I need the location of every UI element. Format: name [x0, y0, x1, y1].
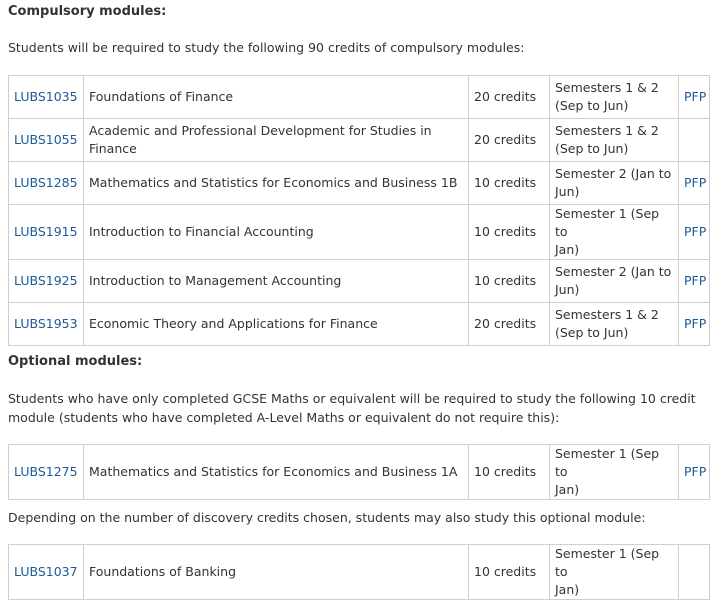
- module-code-link[interactable]: LUBS1953: [14, 316, 78, 331]
- module-code-link[interactable]: LUBS1285: [14, 175, 78, 190]
- pfp-link[interactable]: PFP: [684, 89, 706, 104]
- module-semester: Semester 2 (Jan to Jun): [549, 259, 679, 303]
- discovery-modules-table: LUBS1037 Foundations of Banking 10 credi…: [8, 544, 710, 600]
- semester-line: (Sep to Jun): [555, 325, 629, 340]
- pfp-empty-cell: [678, 544, 710, 600]
- compulsory-modules-table: LUBS1035 Foundations of Finance 20 credi…: [8, 75, 710, 346]
- compulsory-intro: Students will be required to study the f…: [8, 40, 525, 55]
- module-credits: 10 credits: [468, 444, 550, 500]
- module-code-link[interactable]: LUBS1915: [14, 224, 78, 239]
- optional-modules-table: LUBS1275 Mathematics and Statistics for …: [8, 444, 710, 500]
- optional-intro-line: Students who have only completed GCSE Ma…: [8, 391, 696, 406]
- semester-line: Semester 2 (Jan to: [555, 264, 672, 279]
- module-semester: Semesters 1 & 2 (Sep to Jun): [549, 302, 679, 346]
- semester-line: Semesters 1 & 2: [555, 80, 659, 95]
- module-title: Introduction to Financial Accounting: [83, 204, 469, 260]
- module-title: Introduction to Management Accounting: [83, 259, 469, 303]
- semester-line: Semesters 1 & 2: [555, 123, 659, 138]
- module-page: Compulsory modules: Students will be req…: [0, 0, 724, 600]
- semester-line: (Sep to Jun): [555, 98, 629, 113]
- pfp-link[interactable]: PFP: [684, 316, 706, 331]
- semester-line: Semester 1 (Sep to: [555, 446, 660, 479]
- module-title: Academic and Professional Development fo…: [83, 118, 469, 162]
- module-semester: Semester 1 (Sep to Jan): [549, 204, 679, 260]
- module-semester: Semesters 1 & 2 (Sep to Jun): [549, 75, 679, 119]
- semester-line: Semesters 1 & 2: [555, 307, 659, 322]
- module-credits: 10 credits: [468, 259, 550, 303]
- module-code-link[interactable]: LUBS1035: [14, 89, 78, 104]
- semester-line: Jan): [555, 582, 580, 597]
- optional-heading: Optional modules:: [8, 354, 143, 369]
- semester-line: Jun): [555, 282, 580, 297]
- pfp-link[interactable]: PFP: [684, 273, 706, 288]
- module-title: Foundations of Banking: [83, 544, 469, 600]
- module-semester: Semesters 1 & 2 (Sep to Jun): [549, 118, 679, 162]
- table-row: LUBS1925 Introduction to Management Acco…: [8, 259, 710, 303]
- module-title: Foundations of Finance: [83, 75, 469, 119]
- table-row: LUBS1037 Foundations of Banking 10 credi…: [8, 544, 710, 600]
- semester-line: Jan): [555, 242, 580, 257]
- module-credits: 20 credits: [468, 302, 550, 346]
- module-credits: 10 credits: [468, 204, 550, 260]
- module-credits: 20 credits: [468, 75, 550, 119]
- module-title: Economic Theory and Applications for Fin…: [83, 302, 469, 346]
- table-row: LUBS1055 Academic and Professional Devel…: [8, 118, 710, 162]
- table-row: LUBS1275 Mathematics and Statistics for …: [8, 444, 710, 500]
- semester-line: Jun): [555, 184, 580, 199]
- module-semester: Semester 1 (Sep to Jan): [549, 544, 679, 600]
- pfp-link[interactable]: PFP: [684, 224, 706, 239]
- pfp-link[interactable]: PFP: [684, 464, 706, 479]
- module-code-link[interactable]: LUBS1037: [14, 564, 78, 579]
- table-row: LUBS1915 Introduction to Financial Accou…: [8, 204, 710, 260]
- module-credits: 20 credits: [468, 118, 550, 162]
- module-code-link[interactable]: LUBS1055: [14, 132, 78, 147]
- compulsory-heading: Compulsory modules:: [8, 4, 167, 19]
- module-credits: 10 credits: [468, 544, 550, 600]
- discovery-intro: Depending on the number of discovery cre…: [8, 510, 646, 525]
- pfp-empty-cell: [678, 118, 710, 162]
- module-code-link[interactable]: LUBS1275: [14, 464, 78, 479]
- table-row: LUBS1035 Foundations of Finance 20 credi…: [8, 75, 710, 119]
- table-row: LUBS1285 Mathematics and Statistics for …: [8, 161, 710, 205]
- semester-line: Jan): [555, 482, 580, 497]
- module-code-link[interactable]: LUBS1925: [14, 273, 78, 288]
- table-row: LUBS1953 Economic Theory and Application…: [8, 302, 710, 346]
- pfp-link[interactable]: PFP: [684, 175, 706, 190]
- optional-intro: Students who have only completed GCSE Ma…: [8, 389, 696, 427]
- module-title: Mathematics and Statistics for Economics…: [83, 444, 469, 500]
- module-semester: Semester 1 (Sep to Jan): [549, 444, 679, 500]
- semester-line: Semester 2 (Jan to: [555, 166, 672, 181]
- module-title: Mathematics and Statistics for Economics…: [83, 161, 469, 205]
- semester-line: (Sep to Jun): [555, 141, 629, 156]
- optional-intro-line: module (students who have completed A-Le…: [8, 410, 560, 425]
- semester-line: Semester 1 (Sep to: [555, 206, 660, 239]
- module-credits: 10 credits: [468, 161, 550, 205]
- semester-line: Semester 1 (Sep to: [555, 546, 660, 579]
- module-semester: Semester 2 (Jan to Jun): [549, 161, 679, 205]
